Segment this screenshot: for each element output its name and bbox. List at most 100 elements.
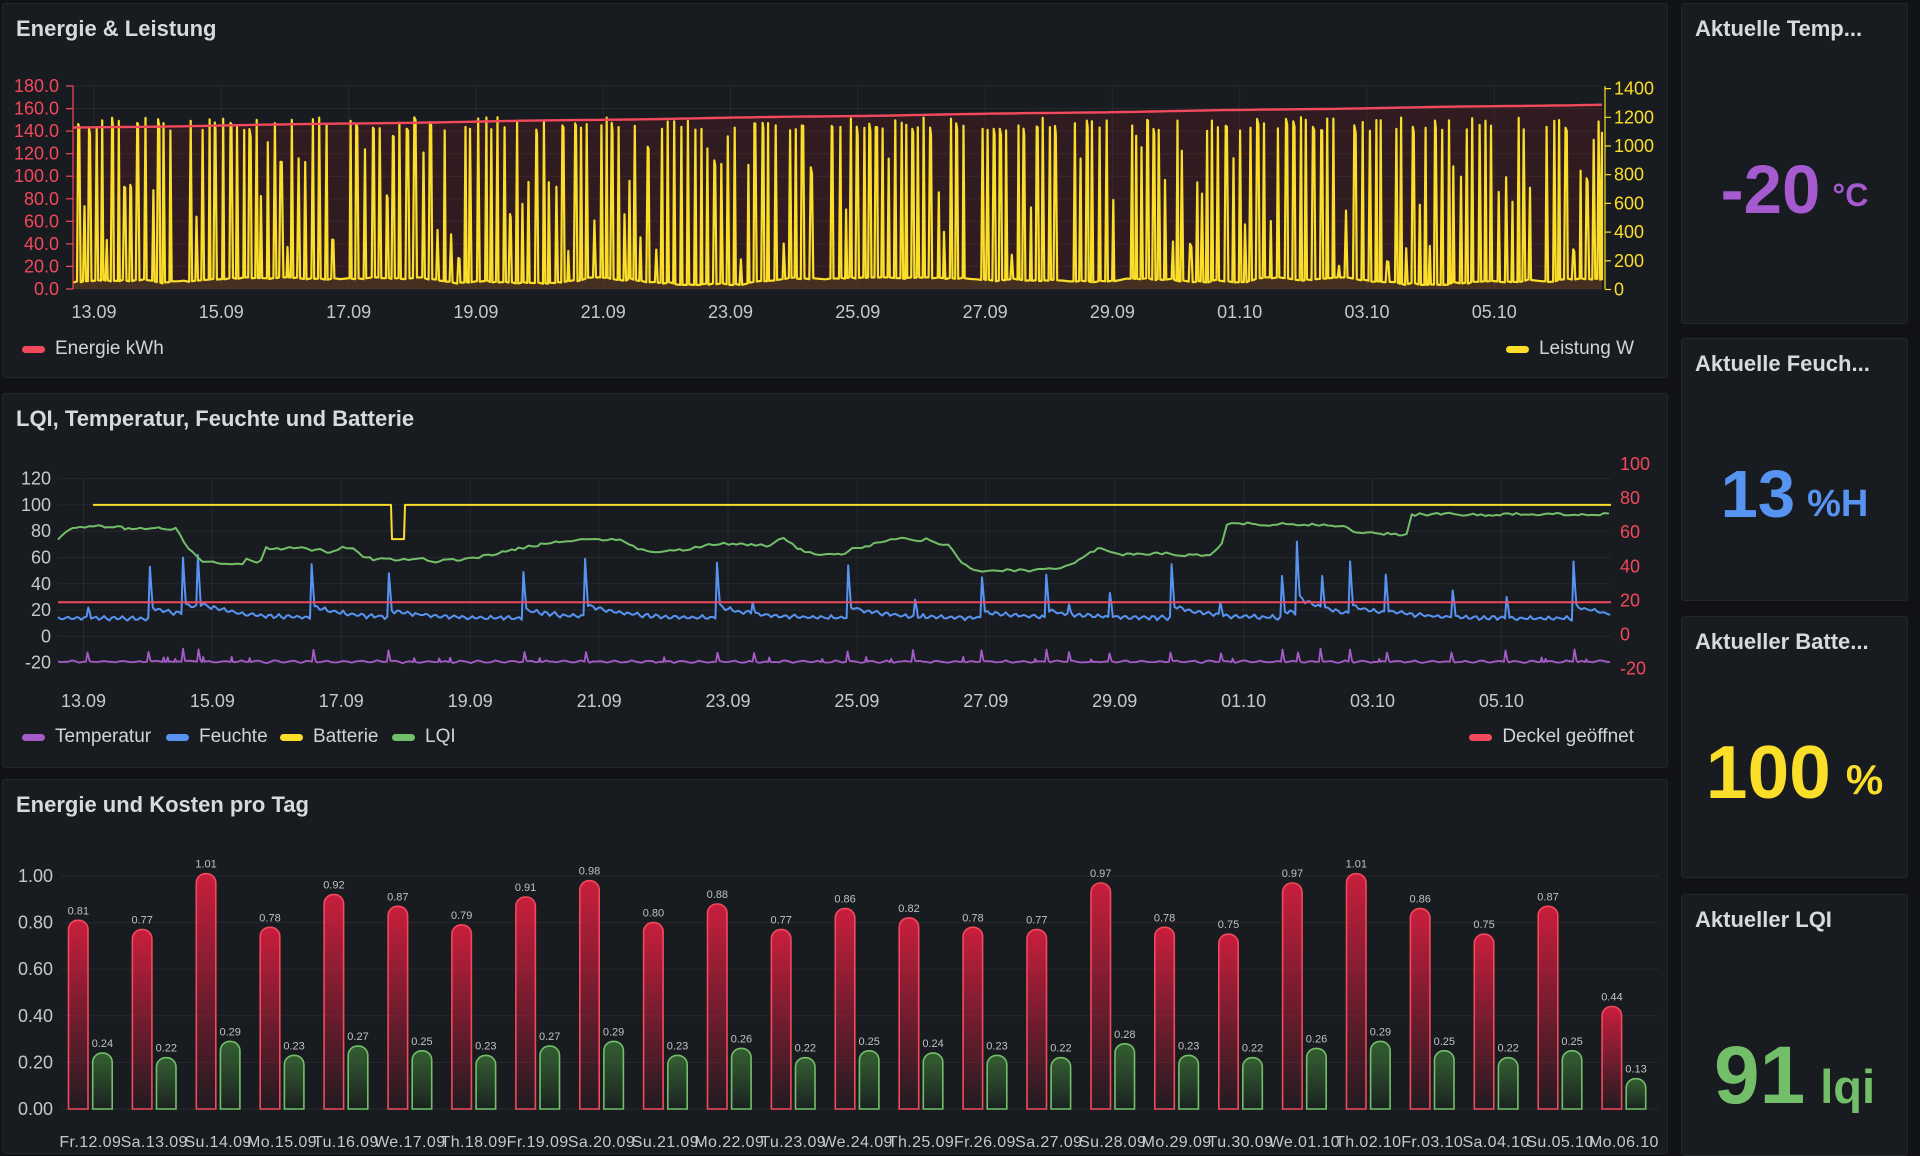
svg-text:60: 60	[1620, 522, 1640, 542]
svg-text:27.09: 27.09	[963, 302, 1008, 322]
svg-text:0.92: 0.92	[323, 880, 344, 892]
svg-text:0.77: 0.77	[1026, 915, 1047, 927]
svg-text:0.00: 0.00	[18, 1099, 53, 1119]
svg-text:0.81: 0.81	[68, 905, 89, 917]
svg-text:Sa.13.09: Sa.13.09	[121, 1134, 188, 1151]
svg-text:400: 400	[1614, 222, 1644, 242]
svg-text:0.97: 0.97	[1090, 868, 1111, 880]
svg-text:1.00: 1.00	[18, 866, 53, 886]
svg-text:0.22: 0.22	[156, 1043, 177, 1055]
svg-text:0.29: 0.29	[1370, 1026, 1391, 1038]
svg-text:21.09: 21.09	[581, 302, 626, 322]
svg-text:Tu.30.09: Tu.30.09	[1208, 1134, 1274, 1151]
svg-text:100.0: 100.0	[14, 166, 59, 186]
svg-text:0.24: 0.24	[922, 1038, 943, 1050]
svg-text:20: 20	[1620, 590, 1640, 610]
svg-text:0.87: 0.87	[1537, 891, 1558, 903]
svg-text:80: 80	[31, 521, 51, 541]
svg-text:We.01.10: We.01.10	[1269, 1134, 1340, 1151]
svg-text:0.22: 0.22	[1497, 1043, 1518, 1055]
svg-text:05.10: 05.10	[1479, 691, 1524, 711]
svg-text:05.10: 05.10	[1472, 302, 1517, 322]
svg-text:1.01: 1.01	[1346, 859, 1367, 871]
svg-text:We.24.09: We.24.09	[821, 1134, 892, 1151]
svg-text:0.80: 0.80	[18, 913, 53, 933]
svg-text:0.29: 0.29	[603, 1026, 624, 1038]
svg-text:120.0: 120.0	[14, 144, 59, 164]
svg-text:0.0: 0.0	[34, 279, 59, 299]
svg-text:21.09: 21.09	[577, 691, 622, 711]
svg-text:0.78: 0.78	[1154, 912, 1175, 924]
svg-text:100: 100	[1620, 454, 1650, 474]
svg-text:0.25: 0.25	[411, 1036, 432, 1048]
svg-text:100: 100	[21, 495, 51, 515]
svg-text:200: 200	[1614, 251, 1644, 271]
svg-text:Su.28.09: Su.28.09	[1079, 1134, 1146, 1151]
svg-text:60: 60	[31, 548, 51, 568]
svg-text:20: 20	[31, 600, 51, 620]
svg-text:0.22: 0.22	[1050, 1043, 1071, 1055]
svg-text:0.25: 0.25	[858, 1036, 879, 1048]
svg-text:80.0: 80.0	[24, 189, 59, 209]
svg-text:25.09: 25.09	[834, 691, 879, 711]
svg-text:0.23: 0.23	[667, 1040, 688, 1052]
svg-text:03.10: 03.10	[1350, 691, 1395, 711]
svg-text:01.10: 01.10	[1217, 302, 1262, 322]
svg-text:0.24: 0.24	[92, 1038, 113, 1050]
svg-text:-20: -20	[1620, 659, 1646, 679]
svg-text:20.0: 20.0	[24, 256, 59, 276]
svg-text:15.09: 15.09	[199, 302, 244, 322]
svg-text:13.09: 13.09	[61, 691, 106, 711]
svg-text:Tu.23.09: Tu.23.09	[760, 1134, 826, 1151]
svg-text:0.87: 0.87	[387, 891, 408, 903]
svg-text:160.0: 160.0	[14, 99, 59, 119]
svg-text:Su.14.09: Su.14.09	[184, 1134, 251, 1151]
svg-text:0.77: 0.77	[770, 915, 791, 927]
svg-text:1400: 1400	[1614, 79, 1654, 99]
svg-text:0.60: 0.60	[18, 959, 53, 979]
svg-text:0.40: 0.40	[18, 1006, 53, 1026]
svg-text:Fr.19.09: Fr.19.09	[507, 1134, 569, 1151]
svg-text:Th.02.10: Th.02.10	[1335, 1134, 1401, 1151]
svg-text:0.44: 0.44	[1601, 992, 1622, 1004]
svg-text:0.75: 0.75	[1218, 919, 1239, 931]
svg-text:40.0: 40.0	[24, 234, 59, 254]
svg-text:0.88: 0.88	[707, 889, 728, 901]
svg-text:19.09: 19.09	[453, 302, 498, 322]
svg-text:0.80: 0.80	[643, 908, 664, 920]
svg-text:80: 80	[1620, 488, 1640, 508]
svg-text:0.26: 0.26	[731, 1033, 752, 1045]
svg-text:0.82: 0.82	[898, 903, 919, 915]
svg-text:0: 0	[1614, 280, 1624, 300]
svg-text:Sa.04.10: Sa.04.10	[1462, 1134, 1529, 1151]
svg-text:0.23: 0.23	[1178, 1040, 1199, 1052]
svg-text:0.77: 0.77	[131, 915, 152, 927]
svg-text:0.29: 0.29	[219, 1026, 240, 1038]
svg-text:-20: -20	[25, 653, 51, 673]
svg-text:Mo.29.09: Mo.29.09	[1142, 1134, 1212, 1151]
svg-text:Fr.03.10: Fr.03.10	[1401, 1134, 1463, 1151]
svg-text:15.09: 15.09	[190, 691, 235, 711]
svg-text:0: 0	[1620, 625, 1630, 645]
svg-text:0.79: 0.79	[451, 910, 472, 922]
svg-text:0.22: 0.22	[795, 1043, 816, 1055]
svg-text:Mo.06.10: Mo.06.10	[1589, 1134, 1659, 1151]
svg-text:0.86: 0.86	[834, 894, 855, 906]
svg-text:Fr.26.09: Fr.26.09	[954, 1134, 1016, 1151]
svg-text:01.10: 01.10	[1221, 691, 1266, 711]
svg-text:17.09: 17.09	[326, 302, 371, 322]
svg-text:0.28: 0.28	[1114, 1029, 1135, 1041]
svg-text:1.01: 1.01	[195, 859, 216, 871]
svg-text:Th.25.09: Th.25.09	[888, 1134, 954, 1151]
svg-text:0.20: 0.20	[18, 1052, 53, 1072]
svg-text:1200: 1200	[1614, 107, 1654, 127]
svg-text:0: 0	[41, 626, 51, 646]
svg-text:0.97: 0.97	[1282, 868, 1303, 880]
svg-text:40: 40	[1620, 556, 1640, 576]
svg-text:Mo.22.09: Mo.22.09	[694, 1134, 764, 1151]
svg-text:600: 600	[1614, 193, 1644, 213]
svg-text:180.0: 180.0	[14, 76, 59, 96]
svg-text:29.09: 29.09	[1090, 302, 1135, 322]
svg-text:0.98: 0.98	[579, 866, 600, 878]
svg-text:13.09: 13.09	[71, 302, 116, 322]
